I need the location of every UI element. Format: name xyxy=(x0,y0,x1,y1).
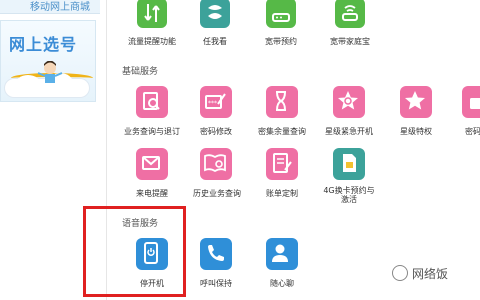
broadband-family-button[interactable] xyxy=(335,0,365,28)
phone-mail-icon xyxy=(142,156,160,170)
online-number-select-title: 网上选号 xyxy=(9,35,78,54)
online-number-select-card[interactable]: 网上选号 xyxy=(0,20,96,102)
watermark-label: 网络饭 xyxy=(412,267,449,281)
history-query-button[interactable] xyxy=(200,148,232,180)
star-power-icon xyxy=(338,91,358,110)
traffic-reminder-label: 流量提醒功能 xyxy=(128,37,176,46)
business-query-label: 业务查询与退订 xyxy=(124,127,180,136)
bill-custom-button[interactable] xyxy=(266,148,298,180)
history-query-label: 历史业务查询 xyxy=(193,189,241,198)
call-hold-label: 呼叫保持 xyxy=(200,279,232,288)
wechat-icon xyxy=(392,265,408,281)
business-query-button[interactable] xyxy=(136,86,168,118)
router-icon xyxy=(272,13,290,22)
sim-swap-label: 4G换卡预约与激活 xyxy=(323,186,375,204)
star-emergency-button[interactable] xyxy=(333,86,365,118)
watermark: 网络饭 xyxy=(392,265,449,283)
broadband-reserve-label: 宽带预约 xyxy=(265,37,297,46)
balance-query-button[interactable] xyxy=(266,86,298,118)
password-label: 密码 xyxy=(465,127,480,136)
contact-phone-icon xyxy=(272,244,288,262)
basic-services-heading: 基础服务 xyxy=(122,67,159,77)
broadband-family-label: 宽带家庭宝 xyxy=(330,37,370,46)
bill-custom-label: 账单定制 xyxy=(266,189,298,198)
screen: 移动网上商城 网上选号 流量提醒功能 任我看 宽带预约 宽带家庭宝 基础服务 业… xyxy=(0,0,480,300)
star-privilege-label: 星级特权 xyxy=(400,127,432,136)
password-change-label: 密码修改 xyxy=(200,127,232,136)
call-reminder-button[interactable] xyxy=(136,148,168,180)
star-privilege-button[interactable] xyxy=(400,86,432,118)
balance-query-label: 密集余量查询 xyxy=(258,127,306,136)
voice-services-highlight xyxy=(83,206,186,297)
call-hold-icon xyxy=(208,245,224,261)
star-emergency-label: 星级紧急开机 xyxy=(325,127,373,136)
svg-text:***: *** xyxy=(208,100,217,107)
hourglass-icon xyxy=(276,91,286,111)
traffic-reminder-button[interactable] xyxy=(137,0,167,28)
call-hold-button[interactable] xyxy=(200,238,232,270)
book-search-icon xyxy=(204,154,226,173)
search-document-icon xyxy=(143,92,160,110)
renwokan-button[interactable] xyxy=(200,0,230,28)
broadband-reserve-button[interactable] xyxy=(266,0,296,28)
mobile-shop-label: 移动网上商城 xyxy=(30,2,90,13)
free-chat-button[interactable] xyxy=(266,238,298,270)
star-crown-icon xyxy=(405,91,425,110)
mobile-shop-banner[interactable]: 移动网上商城 xyxy=(0,0,100,14)
password-change-button[interactable]: *** xyxy=(200,86,232,118)
free-chat-label: 随心聊 xyxy=(270,279,294,288)
call-reminder-label: 来电提醒 xyxy=(136,189,168,198)
renwokan-label: 任我看 xyxy=(203,37,227,46)
password-button[interactable] xyxy=(462,86,480,118)
bill-edit-icon xyxy=(273,153,292,173)
china-mobile-logo xyxy=(208,5,222,19)
sim-swap-button[interactable] xyxy=(333,148,365,180)
lock-icon xyxy=(470,98,480,109)
wifi-router-icon xyxy=(342,5,358,21)
sim-card-icon xyxy=(343,154,356,172)
arrows-icon xyxy=(144,4,160,22)
password-edit-icon: *** xyxy=(205,93,226,109)
cartoon-character-icon xyxy=(37,61,63,83)
